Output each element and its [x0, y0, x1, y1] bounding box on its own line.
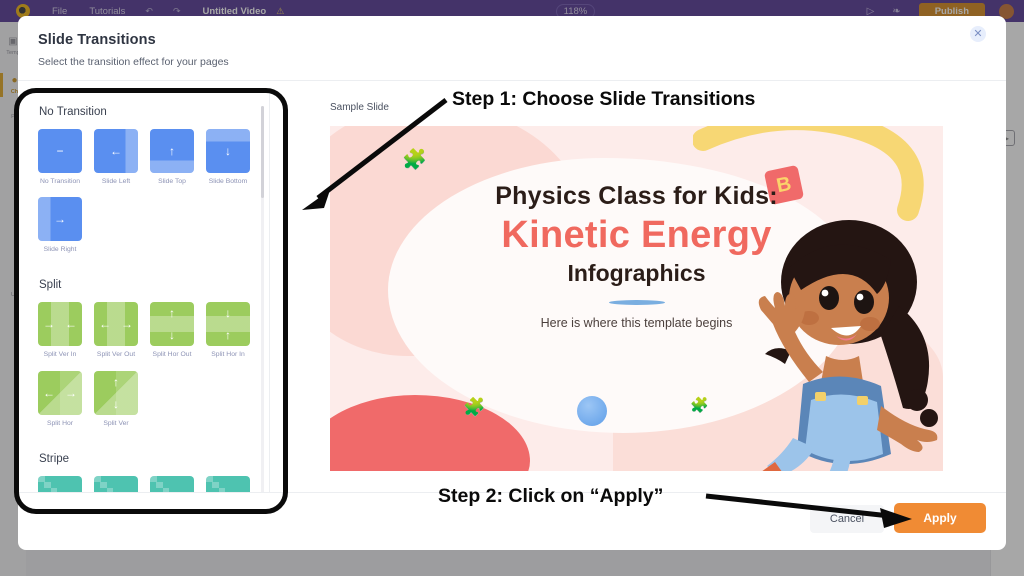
puzzle-piece-yellow-icon: 🧩 — [690, 397, 709, 414]
dialog-header: Slide Transitions Select the transition … — [18, 16, 1006, 68]
slide-underline-accent — [608, 300, 665, 305]
close-icon[interactable]: ✕ — [970, 26, 986, 42]
sample-slide-preview: 🧩 🧩 🧩 Physics Class for Kids: Kinetic En… — [330, 126, 943, 471]
step1-annotation-text: Step 1: Choose Slide Transitions — [452, 88, 756, 110]
blue-ball-shape — [577, 396, 607, 426]
puzzle-piece-blue-icon: 🧩 — [463, 397, 486, 417]
step1-highlight-box — [14, 88, 288, 514]
puzzle-piece-orange-icon: 🧩 — [402, 149, 427, 171]
cancel-button[interactable]: Cancel — [810, 505, 884, 533]
header-divider — [18, 80, 1006, 81]
step2-annotation-text: Step 2: Click on “Apply” — [438, 485, 664, 507]
apply-button[interactable]: Apply — [894, 503, 986, 533]
preview-pane: Sample Slide 🧩 🧩 🧩 Physics Class for Kid… — [270, 88, 1006, 492]
dialog-subtitle: Select the transition effect for your pa… — [38, 56, 229, 68]
page-title: Slide Transitions — [38, 32, 156, 48]
girl-illustration — [758, 220, 938, 471]
